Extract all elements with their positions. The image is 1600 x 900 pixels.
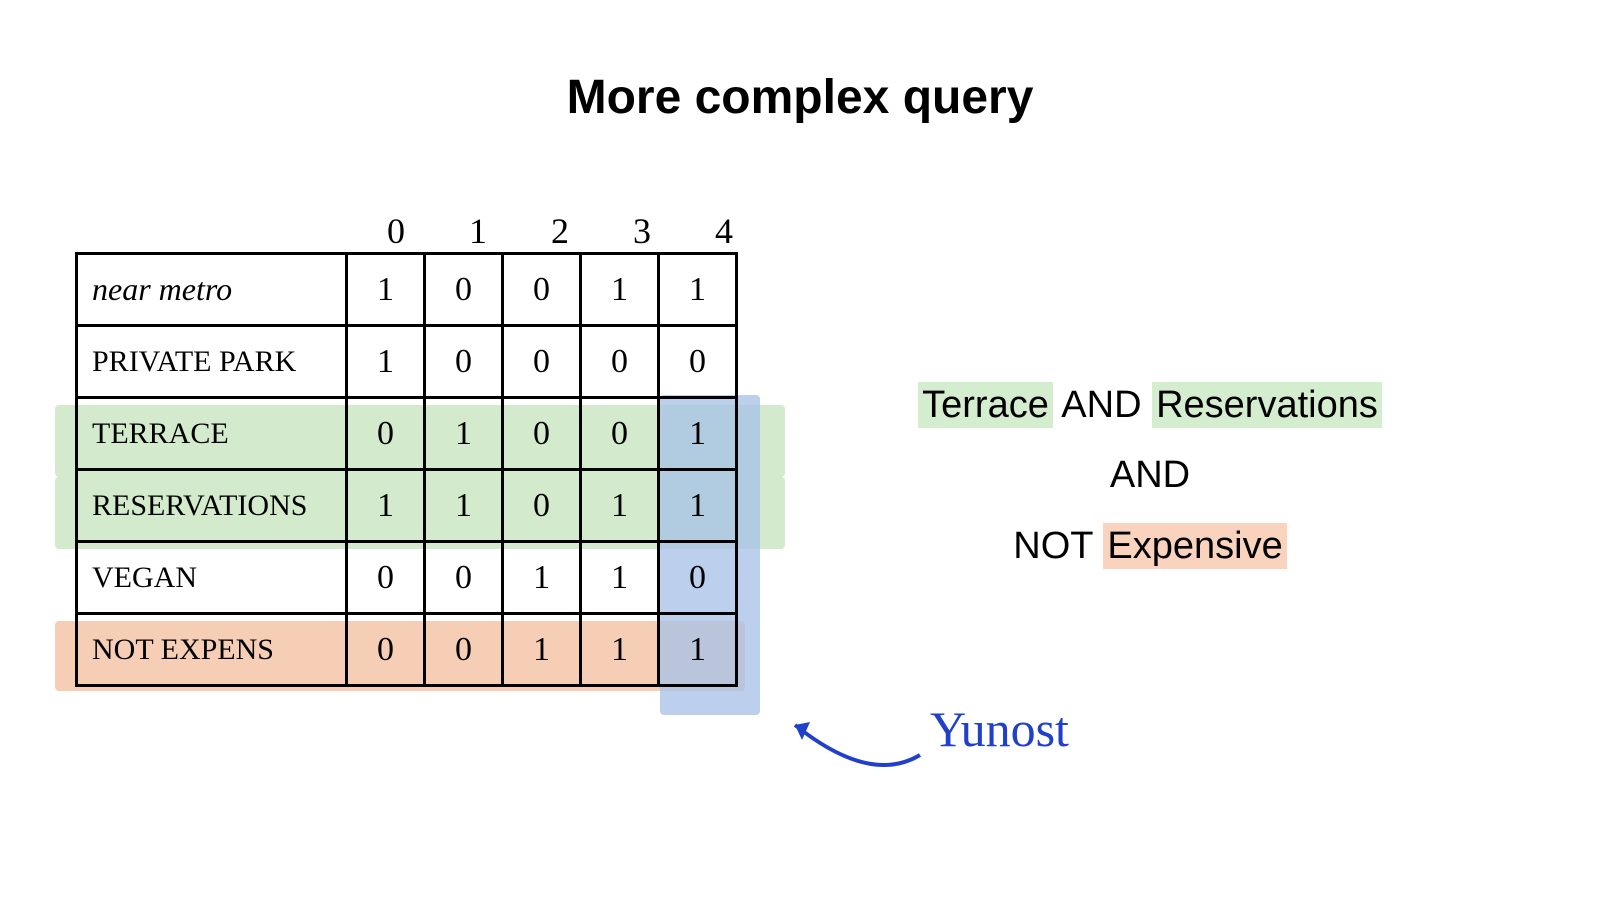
column-headers: 0 1 2 3 4 — [355, 210, 775, 252]
cell: 1 — [659, 254, 737, 326]
query-line-1: Terrace AND Reservations — [870, 370, 1430, 440]
cell: 0 — [425, 542, 503, 614]
row-label: TERRACE — [77, 398, 347, 470]
cell: 1 — [581, 470, 659, 542]
query-expression: Terrace AND Reservations AND NOT Expensi… — [870, 370, 1430, 581]
row-label: RESERVATIONS — [77, 470, 347, 542]
cell: 1 — [581, 614, 659, 686]
page-title: More complex query — [0, 70, 1600, 125]
table-row: near metro 1 0 0 1 1 — [77, 254, 737, 326]
query-and: AND — [1053, 384, 1152, 426]
annotation-label: Yunost — [930, 700, 1069, 758]
table-row: RESERVATIONS 1 1 0 1 1 — [77, 470, 737, 542]
query-term-reservations: Reservations — [1152, 382, 1382, 428]
row-label: near metro — [77, 254, 347, 326]
cell: 0 — [347, 542, 425, 614]
cell: 0 — [503, 254, 581, 326]
cell: 1 — [347, 326, 425, 398]
col-header: 3 — [601, 210, 683, 252]
row-label: NOT EXPENS — [77, 614, 347, 686]
query-not: NOT — [1013, 525, 1103, 567]
cell: 1 — [659, 614, 737, 686]
col-header: 2 — [519, 210, 601, 252]
cell: 0 — [425, 614, 503, 686]
cell: 0 — [659, 542, 737, 614]
cell: 1 — [659, 398, 737, 470]
cell: 0 — [347, 614, 425, 686]
cell: 1 — [347, 470, 425, 542]
arrow-icon — [780, 700, 940, 790]
cell: 1 — [425, 398, 503, 470]
bitmap-table: 0 1 2 3 4 near metro 1 0 0 1 1 PRIVATE P… — [75, 210, 775, 687]
cell: 1 — [581, 542, 659, 614]
cell: 1 — [581, 254, 659, 326]
cell: 0 — [659, 326, 737, 398]
cell: 0 — [581, 326, 659, 398]
query-line-3: NOT Expensive — [870, 511, 1430, 581]
table-row: NOT EXPENS 0 0 1 1 1 — [77, 614, 737, 686]
cell: 0 — [503, 470, 581, 542]
cell: 0 — [425, 254, 503, 326]
col-header: 0 — [355, 210, 437, 252]
row-label: PRIVATE PARK — [77, 326, 347, 398]
table-row: VEGAN 0 0 1 1 0 — [77, 542, 737, 614]
table-row: TERRACE 0 1 0 0 1 — [77, 398, 737, 470]
cell: 1 — [503, 614, 581, 686]
cell: 0 — [581, 398, 659, 470]
cell: 1 — [347, 254, 425, 326]
col-header: 4 — [683, 210, 765, 252]
cell: 0 — [347, 398, 425, 470]
result-annotation: Yunost — [780, 700, 1180, 800]
cell: 0 — [503, 398, 581, 470]
cell: 0 — [503, 326, 581, 398]
query-term-expensive: Expensive — [1103, 523, 1286, 569]
cell: 1 — [503, 542, 581, 614]
cell: 1 — [659, 470, 737, 542]
cell: 1 — [425, 470, 503, 542]
query-line-2: AND — [870, 440, 1430, 510]
col-header: 1 — [437, 210, 519, 252]
cell: 0 — [425, 326, 503, 398]
table-row: PRIVATE PARK 1 0 0 0 0 — [77, 326, 737, 398]
query-term-terrace: Terrace — [918, 382, 1053, 428]
row-label: VEGAN — [77, 542, 347, 614]
